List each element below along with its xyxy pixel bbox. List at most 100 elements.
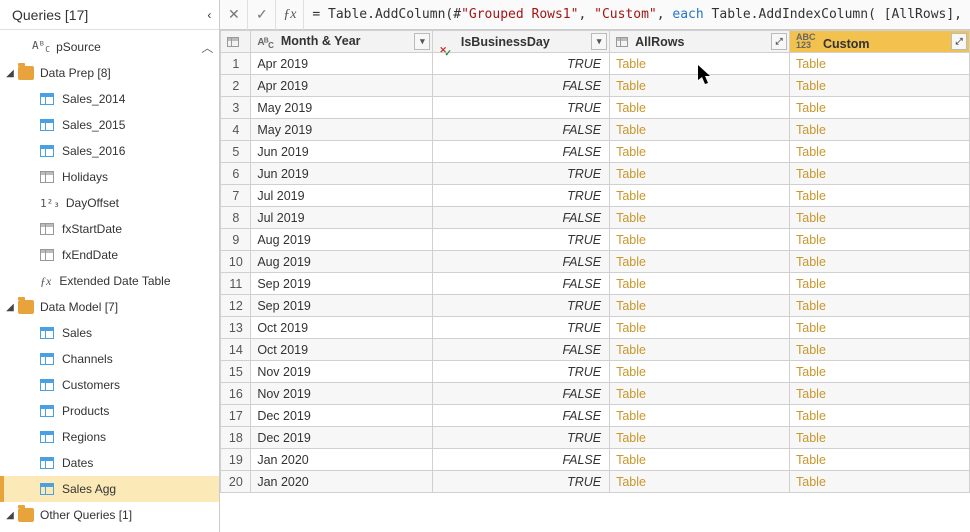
cell-allrows[interactable]: Table [610, 229, 790, 251]
cell-monthyear[interactable]: May 2019 [251, 97, 433, 119]
cell-isbusinessday[interactable]: FALSE [433, 405, 610, 427]
cell-isbusinessday[interactable]: FALSE [433, 119, 610, 141]
cell-custom[interactable]: Table [790, 75, 970, 97]
cell-isbusinessday[interactable]: FALSE [433, 251, 610, 273]
cell-allrows[interactable]: Table [610, 317, 790, 339]
cell-allrows[interactable]: Table [610, 427, 790, 449]
table-row[interactable]: 9 Aug 2019 TRUE Table Table [221, 229, 970, 251]
query-item[interactable]: Dates [0, 450, 219, 476]
cell-monthyear[interactable]: Jul 2019 [251, 185, 433, 207]
cell-custom[interactable]: Table [790, 53, 970, 75]
cell-allrows[interactable]: Table [610, 141, 790, 163]
filter-dropdown-icon[interactable]: ▾ [414, 33, 430, 50]
collapse-pane-icon[interactable]: ‹ [207, 8, 211, 22]
table-row[interactable]: 12 Sep 2019 TRUE Table Table [221, 295, 970, 317]
scroll-up-icon[interactable]: ︿ [201, 39, 213, 56]
cell-allrows[interactable]: Table [610, 119, 790, 141]
expand-column-icon[interactable]: ⤢ [771, 33, 787, 50]
cell-monthyear[interactable]: Sep 2019 [251, 295, 433, 317]
cell-monthyear[interactable]: Jan 2020 [251, 449, 433, 471]
cell-custom[interactable]: Table [790, 405, 970, 427]
row-number[interactable]: 20 [221, 471, 251, 493]
cell-monthyear[interactable]: Aug 2019 [251, 251, 433, 273]
cell-monthyear[interactable]: Jan 2020 [251, 471, 433, 493]
cell-allrows[interactable]: Table [610, 207, 790, 229]
cell-allrows[interactable]: Table [610, 75, 790, 97]
formula-text[interactable]: = Table.AddColumn(#"Grouped Rows1", "Cus… [304, 7, 970, 22]
table-row[interactable]: 6 Jun 2019 TRUE Table Table [221, 163, 970, 185]
cell-custom[interactable]: Table [790, 207, 970, 229]
cell-isbusinessday[interactable]: TRUE [433, 53, 610, 75]
cell-custom[interactable]: Table [790, 383, 970, 405]
expand-column-icon[interactable]: ⤢ [951, 33, 967, 50]
column-header-monthyear[interactable]: AᴮC Month & Year ▾ [251, 31, 433, 53]
cell-monthyear[interactable]: Oct 2019 [251, 339, 433, 361]
query-item[interactable]: Holidays [0, 164, 219, 190]
query-item[interactable]: fxStartDate [0, 216, 219, 242]
table-row[interactable]: 5 Jun 2019 FALSE Table Table [221, 141, 970, 163]
row-number[interactable]: 18 [221, 427, 251, 449]
cell-monthyear[interactable]: Jul 2019 [251, 207, 433, 229]
table-row[interactable]: 4 May 2019 FALSE Table Table [221, 119, 970, 141]
table-row[interactable]: 19 Jan 2020 FALSE Table Table [221, 449, 970, 471]
row-number[interactable]: 9 [221, 229, 251, 251]
cell-allrows[interactable]: Table [610, 449, 790, 471]
cell-allrows[interactable]: Table [610, 471, 790, 493]
query-item[interactable]: 1²₃DayOffset [0, 190, 219, 216]
table-row[interactable]: 14 Oct 2019 FALSE Table Table [221, 339, 970, 361]
cell-isbusinessday[interactable]: TRUE [433, 317, 610, 339]
group-data-model[interactable]: ◢ Data Model [7] [0, 294, 219, 320]
filter-dropdown-icon[interactable]: ▾ [591, 33, 607, 50]
cell-custom[interactable]: Table [790, 427, 970, 449]
query-psource[interactable]: AᴮC pSource ︿ [0, 34, 219, 60]
cell-allrows[interactable]: Table [610, 273, 790, 295]
table-corner[interactable] [221, 31, 251, 53]
column-header-allrows[interactable]: AllRows ⤢ [610, 31, 790, 53]
cell-allrows[interactable]: Table [610, 339, 790, 361]
cell-isbusinessday[interactable]: FALSE [433, 141, 610, 163]
cell-isbusinessday[interactable]: TRUE [433, 427, 610, 449]
data-grid[interactable]: AᴮC Month & Year ▾ IsBusinessDay ▾ AllRo… [220, 30, 970, 532]
cell-monthyear[interactable]: Nov 2019 [251, 361, 433, 383]
cell-custom[interactable]: Table [790, 295, 970, 317]
query-item[interactable]: Customers [0, 372, 219, 398]
row-number[interactable]: 10 [221, 251, 251, 273]
cell-isbusinessday[interactable]: FALSE [433, 273, 610, 295]
row-number[interactable]: 4 [221, 119, 251, 141]
cell-custom[interactable]: Table [790, 97, 970, 119]
cell-isbusinessday[interactable]: FALSE [433, 339, 610, 361]
query-item[interactable]: ƒxExtended Date Table [0, 268, 219, 294]
query-item[interactable]: Regions [0, 424, 219, 450]
cell-custom[interactable]: Table [790, 229, 970, 251]
cell-custom[interactable]: Table [790, 339, 970, 361]
cell-isbusinessday[interactable]: TRUE [433, 229, 610, 251]
commit-formula-button[interactable]: ✓ [248, 0, 276, 30]
cell-allrows[interactable]: Table [610, 53, 790, 75]
row-number[interactable]: 15 [221, 361, 251, 383]
cell-isbusinessday[interactable]: FALSE [433, 383, 610, 405]
query-item[interactable]: fxEndDate [0, 242, 219, 268]
cell-monthyear[interactable]: Aug 2019 [251, 229, 433, 251]
row-number[interactable]: 11 [221, 273, 251, 295]
cell-custom[interactable]: Table [790, 273, 970, 295]
cell-allrows[interactable]: Table [610, 361, 790, 383]
cell-isbusinessday[interactable]: TRUE [433, 185, 610, 207]
query-item[interactable]: Channels [0, 346, 219, 372]
cell-isbusinessday[interactable]: TRUE [433, 361, 610, 383]
table-row[interactable]: 7 Jul 2019 TRUE Table Table [221, 185, 970, 207]
row-number[interactable]: 16 [221, 383, 251, 405]
group-other-queries[interactable]: ◢ Other Queries [1] [0, 502, 219, 528]
cell-custom[interactable]: Table [790, 185, 970, 207]
query-item[interactable]: Products [0, 398, 219, 424]
row-number[interactable]: 12 [221, 295, 251, 317]
row-number[interactable]: 2 [221, 75, 251, 97]
table-row[interactable]: 2 Apr 2019 FALSE Table Table [221, 75, 970, 97]
table-row[interactable]: 13 Oct 2019 TRUE Table Table [221, 317, 970, 339]
cell-custom[interactable]: Table [790, 119, 970, 141]
query-item[interactable]: Sales_2016 [0, 138, 219, 164]
cell-monthyear[interactable]: Apr 2019 [251, 75, 433, 97]
row-number[interactable]: 14 [221, 339, 251, 361]
cell-custom[interactable]: Table [790, 449, 970, 471]
cell-monthyear[interactable]: Jun 2019 [251, 163, 433, 185]
cell-isbusinessday[interactable]: TRUE [433, 295, 610, 317]
